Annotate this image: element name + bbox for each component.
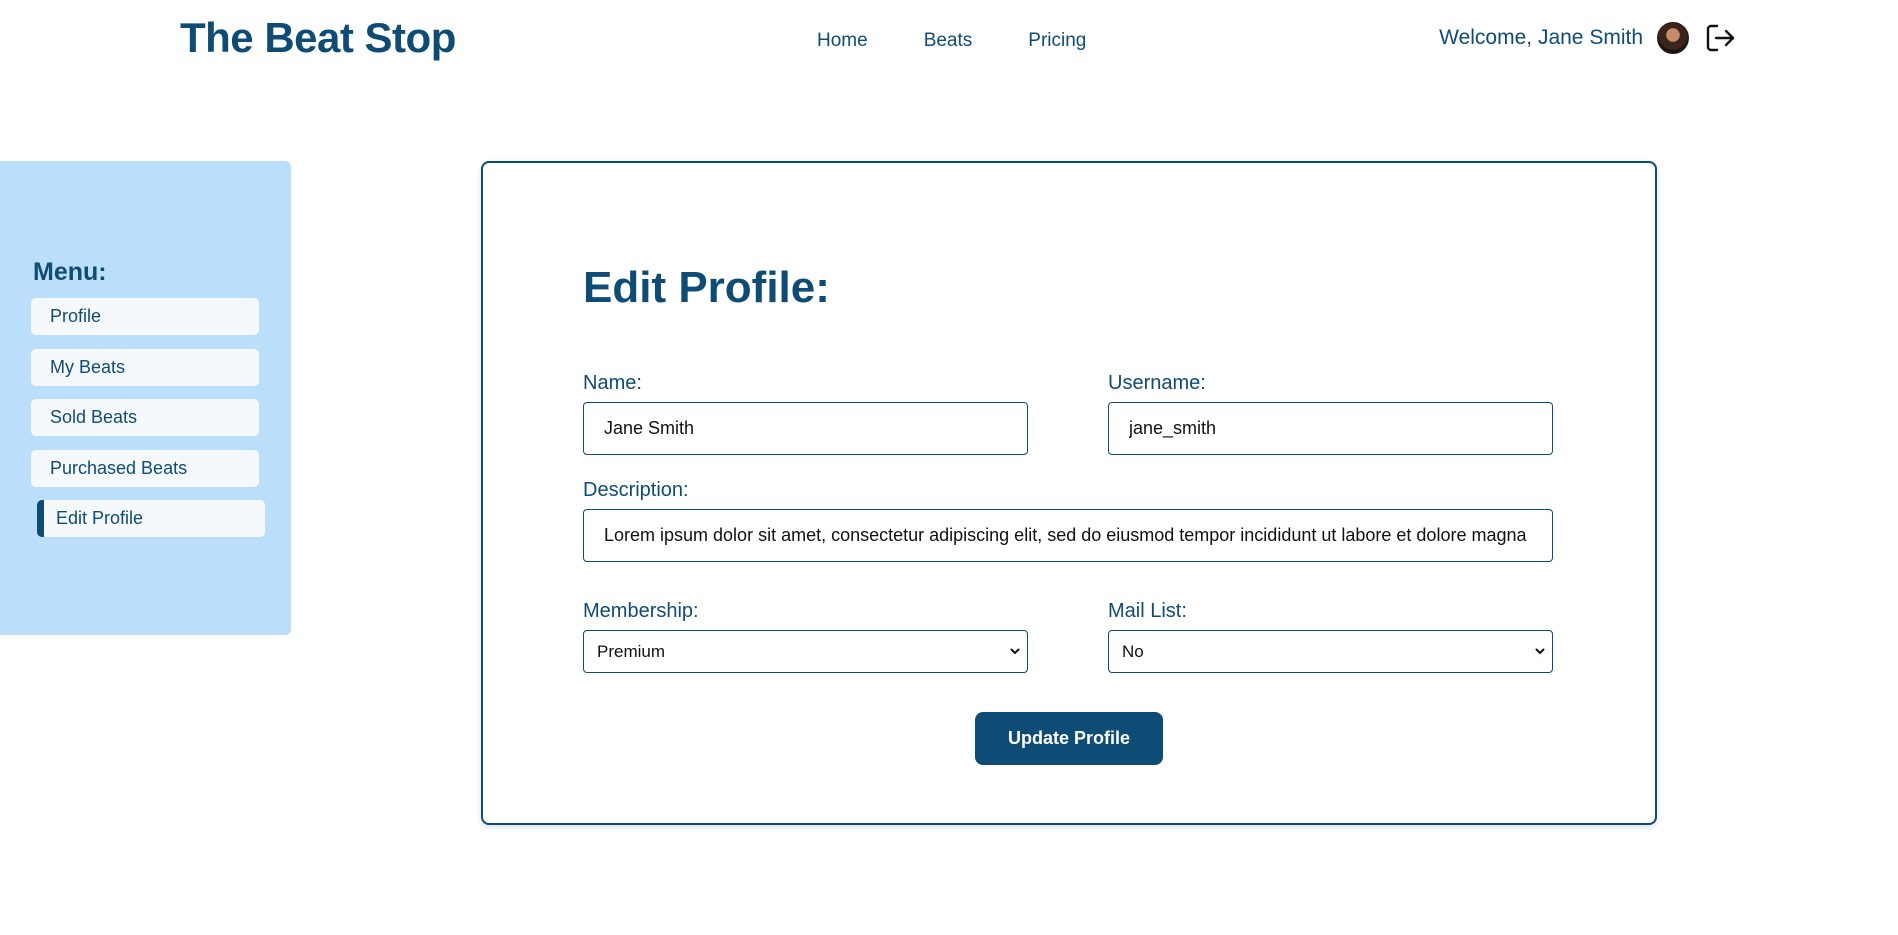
sidebar-item-profile[interactable]: Profile (31, 298, 259, 335)
sidebar-item-sold-beats[interactable]: Sold Beats (31, 399, 259, 436)
nav-home-link[interactable]: Home (817, 30, 868, 52)
membership-label: Membership: (583, 600, 699, 622)
sidebar-menu: Menu: Profile My Beats Sold Beats Purcha… (0, 161, 291, 635)
nav-pricing-link[interactable]: Pricing (1028, 30, 1086, 52)
username-input[interactable] (1108, 402, 1553, 455)
mail-list-selected-value: No (1122, 642, 1144, 661)
sidebar-item-purchased-beats[interactable]: Purchased Beats (31, 449, 259, 487)
page-title: Edit Profile: (583, 263, 830, 312)
site-logo[interactable]: The Beat Stop (180, 14, 456, 62)
membership-select[interactable]: Premium (583, 630, 1028, 673)
chevron-down-icon (1010, 648, 1020, 654)
username-label: Username: (1108, 372, 1206, 394)
nav-beats-link[interactable]: Beats (924, 30, 973, 52)
description-input[interactable] (583, 509, 1553, 562)
update-profile-button[interactable]: Update Profile (975, 712, 1163, 765)
edit-profile-card: Edit Profile: Name: Username: Descriptio… (481, 161, 1657, 825)
menu-title: Menu: (33, 258, 107, 286)
mail-list-select[interactable]: No (1108, 630, 1553, 673)
user-avatar[interactable] (1657, 22, 1689, 54)
description-label: Description: (583, 479, 689, 501)
sidebar-item-edit-profile[interactable]: Edit Profile (37, 500, 265, 537)
name-input[interactable] (583, 402, 1028, 455)
membership-selected-value: Premium (597, 642, 666, 661)
mail-list-label: Mail List: (1108, 600, 1187, 622)
welcome-text: Welcome, Jane Smith (1439, 26, 1643, 49)
name-label: Name: (583, 372, 642, 394)
top-header: The Beat Stop Home Beats Pricing Welcome… (0, 0, 1898, 82)
main-nav: Home Beats Pricing (817, 30, 1142, 52)
logout-icon[interactable] (1704, 22, 1736, 54)
menu-list: Profile My Beats Sold Beats Purchased Be… (31, 298, 265, 551)
sidebar-item-my-beats[interactable]: My Beats (31, 348, 259, 386)
chevron-down-icon (1535, 648, 1545, 654)
user-area: Welcome, Jane Smith (1439, 22, 1736, 54)
